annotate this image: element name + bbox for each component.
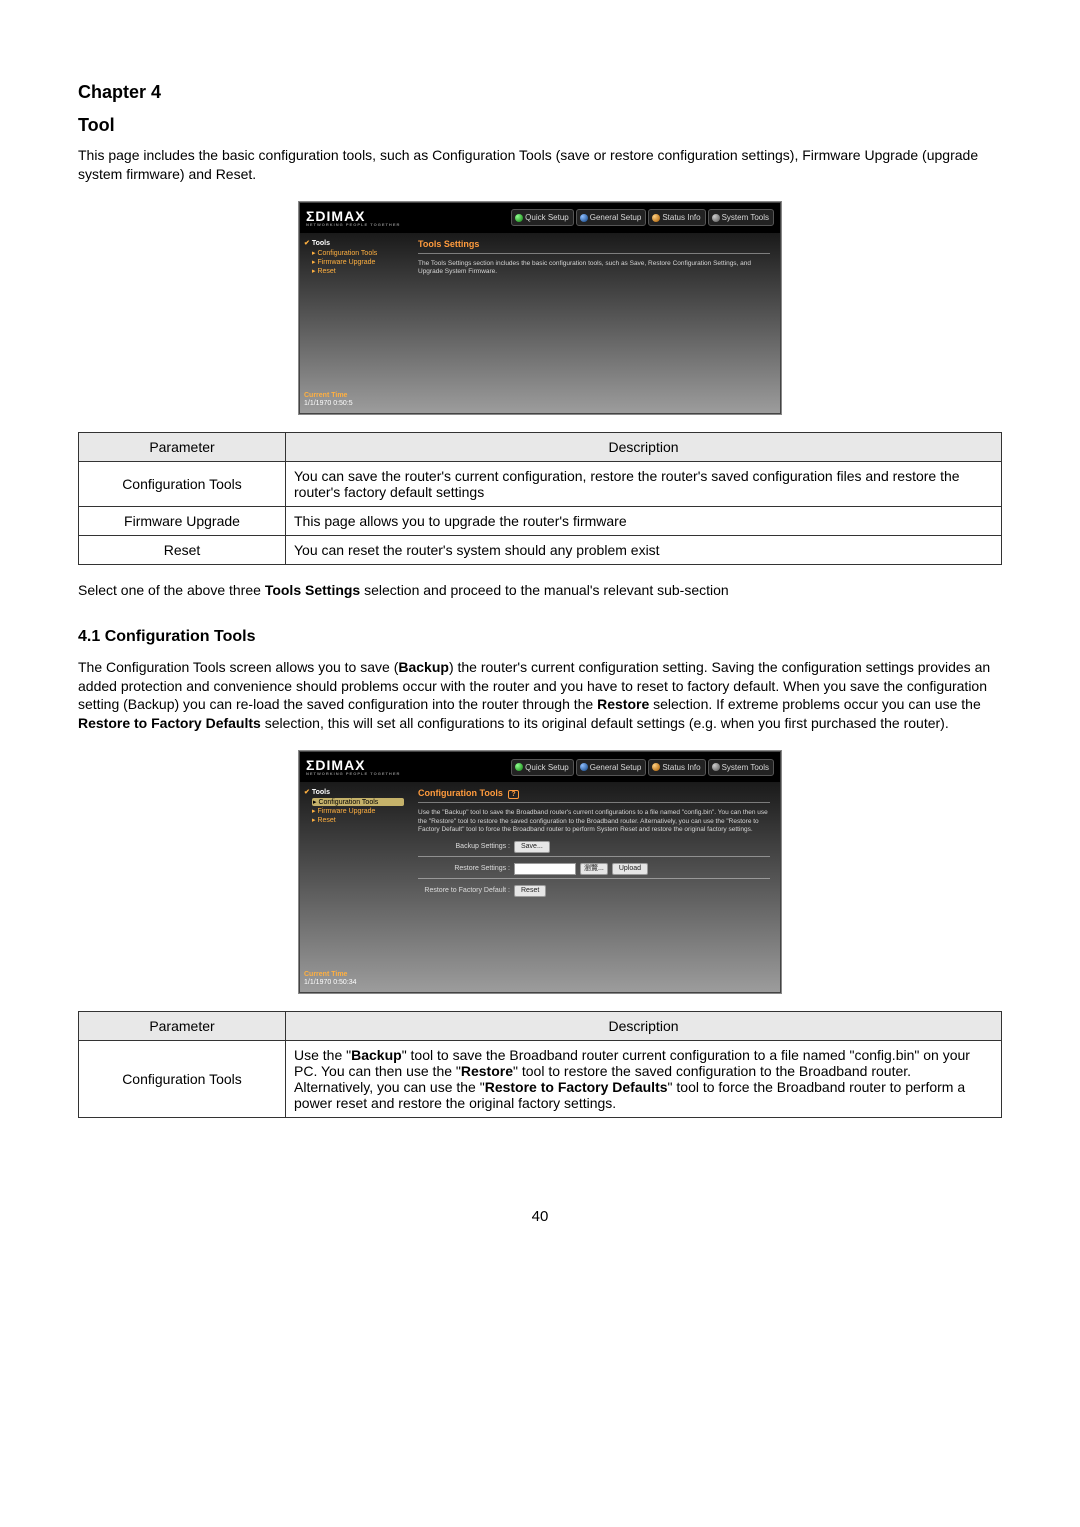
section-title: Tool: [78, 115, 1002, 136]
sidebar: Tools Configuration Tools Firmware Upgra…: [300, 233, 408, 413]
browse-button[interactable]: 瀏覽...: [580, 863, 608, 875]
intro-text: This page includes the basic configurati…: [78, 146, 1002, 184]
content-title: Configuration Tools ?: [418, 788, 770, 798]
upload-button[interactable]: Upload: [612, 863, 648, 875]
globe-icon: [580, 214, 588, 222]
content-title: Tools Settings: [418, 239, 770, 249]
page-number: 40: [78, 1208, 1002, 1225]
nav-general-setup[interactable]: General Setup: [576, 209, 647, 226]
sidebar: Tools Configuration Tools Firmware Upgra…: [300, 782, 408, 992]
nav-system-tools[interactable]: System Tools: [708, 759, 774, 776]
sidebar-item-reset[interactable]: Reset: [312, 816, 404, 824]
reset-button[interactable]: Reset: [514, 885, 546, 897]
nav-quick-setup[interactable]: Quick Setup: [511, 759, 574, 776]
sidebar-item-reset[interactable]: Reset: [312, 267, 404, 275]
nav-status-info[interactable]: Status Info: [648, 209, 705, 226]
col-description: Description: [286, 432, 1002, 461]
globe-icon: [580, 763, 588, 771]
current-time-label: Current Time: [304, 971, 404, 978]
col-parameter: Parameter: [79, 1012, 286, 1041]
table-row: Firmware Upgrade This page allows you to…: [79, 506, 1002, 535]
screenshot-tools-settings: ΣDIMAX NETWORKING PEOPLE TOGETHER Quick …: [299, 202, 781, 414]
current-time-value: 1/1/1970 0:50:5: [304, 400, 404, 407]
row-restore: Restore Settings : 瀏覽... Upload: [418, 863, 770, 875]
brand-logo: ΣDIMAX NETWORKING PEOPLE TOGETHER: [306, 758, 400, 776]
table-row: Configuration Tools Use the "Backup" too…: [79, 1041, 1002, 1118]
col-parameter: Parameter: [79, 432, 286, 461]
content-panel: Tools Settings The Tools Settings sectio…: [408, 233, 780, 413]
table-row: Reset You can reset the router's system …: [79, 535, 1002, 564]
globe-icon: [515, 763, 523, 771]
mid-note: Select one of the above three Tools Sett…: [78, 581, 1002, 600]
row-factory: Restore to Factory Default : Reset: [418, 885, 770, 897]
row-backup: Backup Settings : Save...: [418, 841, 770, 853]
file-input[interactable]: [514, 863, 576, 875]
globe-icon: [652, 763, 660, 771]
sidebar-item-firmware[interactable]: Firmware Upgrade: [312, 807, 404, 815]
globe-icon: [712, 763, 720, 771]
nav-system-tools[interactable]: System Tools: [708, 209, 774, 226]
brand-logo: ΣDIMAX NETWORKING PEOPLE TOGETHER: [306, 209, 400, 227]
screenshot-config-tools: ΣDIMAX NETWORKING PEOPLE TOGETHER Quick …: [299, 751, 781, 993]
globe-icon: [652, 214, 660, 222]
sidebar-item-firmware[interactable]: Firmware Upgrade: [312, 258, 404, 266]
sidebar-root-tools[interactable]: Tools: [304, 788, 404, 796]
content-desc: The Tools Settings section includes the …: [418, 260, 770, 277]
params-table-2: Parameter Description Configuration Tool…: [78, 1011, 1002, 1118]
save-button[interactable]: Save...: [514, 841, 550, 853]
content-panel: Configuration Tools ? Use the "Backup" t…: [408, 782, 780, 992]
current-time-label: Current Time: [304, 392, 404, 399]
subsection-heading: 4.1 Configuration Tools: [78, 628, 1002, 646]
help-icon[interactable]: ?: [508, 790, 518, 799]
top-nav: Quick Setup General Setup Status Info Sy…: [511, 759, 774, 776]
chapter-heading: Chapter 4: [78, 82, 1002, 103]
params-table-1: Parameter Description Configuration Tool…: [78, 432, 1002, 565]
subsection-body: The Configuration Tools screen allows yo…: [78, 658, 1002, 734]
top-nav: Quick Setup General Setup Status Info Sy…: [511, 209, 774, 226]
content-desc: Use the "Backup" tool to save the Broadb…: [418, 809, 770, 834]
globe-icon: [515, 214, 523, 222]
nav-general-setup[interactable]: General Setup: [576, 759, 647, 776]
col-description: Description: [286, 1012, 1002, 1041]
current-time-value: 1/1/1970 0:50:34: [304, 979, 404, 986]
sidebar-item-config-tools[interactable]: Configuration Tools: [312, 798, 404, 806]
sidebar-root-tools[interactable]: Tools: [304, 239, 404, 247]
sidebar-item-config-tools[interactable]: Configuration Tools: [312, 249, 404, 257]
table-row: Configuration Tools You can save the rou…: [79, 461, 1002, 506]
globe-icon: [712, 214, 720, 222]
nav-quick-setup[interactable]: Quick Setup: [511, 209, 574, 226]
nav-status-info[interactable]: Status Info: [648, 759, 705, 776]
